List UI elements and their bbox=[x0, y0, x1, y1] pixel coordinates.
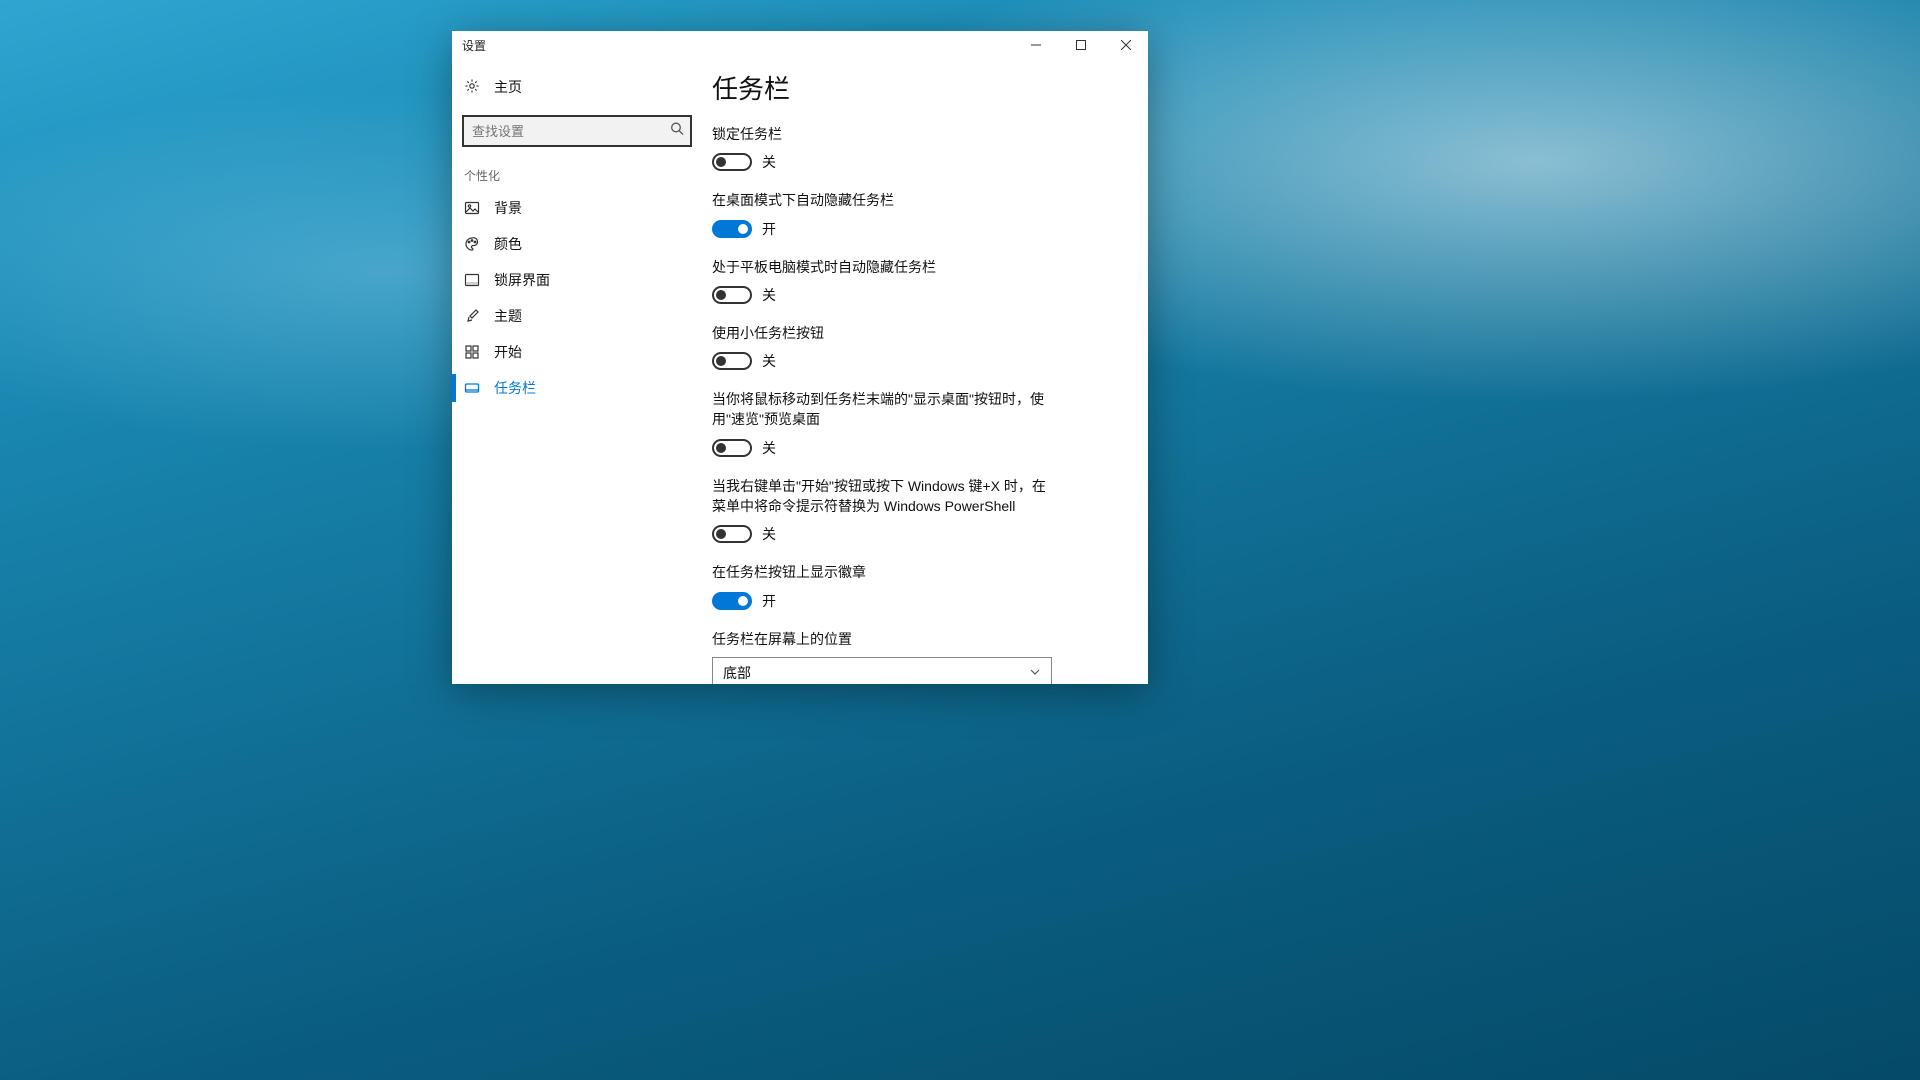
start-icon bbox=[464, 344, 480, 360]
setting-label: 在桌面模式下自动隐藏任务栏 bbox=[712, 190, 1052, 210]
sidebar-item-background[interactable]: 背景 bbox=[452, 190, 702, 226]
toggle-show-badges[interactable] bbox=[712, 592, 752, 610]
sidebar-item-label: 开始 bbox=[494, 342, 522, 362]
sidebar-item-taskbar[interactable]: 任务栏 bbox=[452, 370, 702, 406]
sidebar-section-label: 个性化 bbox=[452, 157, 702, 190]
setting-label: 使用小任务栏按钮 bbox=[712, 323, 1052, 343]
toggle-autohide-tablet[interactable] bbox=[712, 286, 752, 304]
chevron-down-icon bbox=[1029, 665, 1041, 681]
sidebar-item-themes[interactable]: 主题 bbox=[452, 298, 702, 334]
setting-label: 处于平板电脑模式时自动隐藏任务栏 bbox=[712, 257, 1052, 277]
gear-icon bbox=[464, 78, 480, 97]
toggle-state: 开 bbox=[762, 219, 776, 239]
setting-powershell: 当我右键单击"开始"按钮或按下 Windows 键+X 时，在菜单中将命令提示符… bbox=[712, 476, 1108, 545]
toggle-autohide-desktop[interactable] bbox=[712, 220, 752, 238]
setting-label: 当你将鼠标移动到任务栏末端的"显示桌面"按钮时，使用"速览"预览桌面 bbox=[712, 389, 1052, 430]
toggle-powershell[interactable] bbox=[712, 525, 752, 543]
toggle-state: 关 bbox=[762, 438, 776, 458]
sidebar-home[interactable]: 主页 bbox=[452, 67, 702, 107]
toggle-peek-desktop[interactable] bbox=[712, 439, 752, 457]
sidebar: 主页 个性化 背景 颜色 锁屏界面 bbox=[452, 59, 702, 684]
dropdown-taskbar-position[interactable]: 底部 bbox=[712, 657, 1052, 684]
window-title: 设置 bbox=[462, 37, 486, 54]
toggle-lock-taskbar[interactable] bbox=[712, 153, 752, 171]
setting-label: 锁定任务栏 bbox=[712, 124, 1052, 144]
toggle-state: 开 bbox=[762, 591, 776, 611]
settings-window: 设置 主页 bbox=[452, 31, 1148, 684]
maximize-button[interactable] bbox=[1058, 31, 1103, 59]
sidebar-item-label: 背景 bbox=[494, 198, 522, 218]
setting-small-buttons: 使用小任务栏按钮 关 bbox=[712, 323, 1108, 371]
palette-icon bbox=[464, 236, 480, 252]
sidebar-item-label: 任务栏 bbox=[494, 378, 536, 398]
titlebar[interactable]: 设置 bbox=[452, 31, 1148, 59]
setting-label: 任务栏在屏幕上的位置 bbox=[712, 629, 1052, 649]
setting-autohide-tablet: 处于平板电脑模式时自动隐藏任务栏 关 bbox=[712, 257, 1108, 305]
brush-icon bbox=[464, 308, 480, 324]
page-title: 任务栏 bbox=[712, 69, 1108, 106]
setting-label: 当我右键单击"开始"按钮或按下 Windows 键+X 时，在菜单中将命令提示符… bbox=[712, 476, 1052, 517]
search-icon bbox=[670, 122, 684, 141]
setting-show-badges: 在任务栏按钮上显示徽章 开 bbox=[712, 562, 1108, 610]
toggle-small-buttons[interactable] bbox=[712, 352, 752, 370]
sidebar-home-label: 主页 bbox=[494, 77, 522, 97]
lockscreen-icon bbox=[464, 272, 480, 288]
taskbar-icon bbox=[464, 380, 480, 396]
content-pane: 任务栏 锁定任务栏 关 在桌面模式下自动隐藏任务栏 开 处于平板电脑模式时自动隐… bbox=[702, 59, 1148, 684]
minimize-button[interactable] bbox=[1013, 31, 1058, 59]
toggle-state: 关 bbox=[762, 524, 776, 544]
setting-lock-taskbar: 锁定任务栏 关 bbox=[712, 124, 1108, 172]
setting-label: 在任务栏按钮上显示徽章 bbox=[712, 562, 1052, 582]
sidebar-item-lockscreen[interactable]: 锁屏界面 bbox=[452, 262, 702, 298]
sidebar-item-label: 锁屏界面 bbox=[494, 270, 550, 290]
setting-taskbar-position: 任务栏在屏幕上的位置 底部 bbox=[712, 629, 1108, 684]
search-input[interactable] bbox=[462, 115, 692, 147]
toggle-state: 关 bbox=[762, 285, 776, 305]
sidebar-item-label: 主题 bbox=[494, 306, 522, 326]
sidebar-item-label: 颜色 bbox=[494, 234, 522, 254]
setting-peek-desktop: 当你将鼠标移动到任务栏末端的"显示桌面"按钮时，使用"速览"预览桌面 关 bbox=[712, 389, 1108, 458]
search-input-wrap bbox=[462, 115, 692, 147]
toggle-state: 关 bbox=[762, 351, 776, 371]
sidebar-item-colors[interactable]: 颜色 bbox=[452, 226, 702, 262]
toggle-state: 关 bbox=[762, 152, 776, 172]
dropdown-value: 底部 bbox=[723, 663, 751, 683]
setting-autohide-desktop: 在桌面模式下自动隐藏任务栏 开 bbox=[712, 190, 1108, 238]
sidebar-item-start[interactable]: 开始 bbox=[452, 334, 702, 370]
picture-icon bbox=[464, 200, 480, 216]
close-button[interactable] bbox=[1103, 31, 1148, 59]
